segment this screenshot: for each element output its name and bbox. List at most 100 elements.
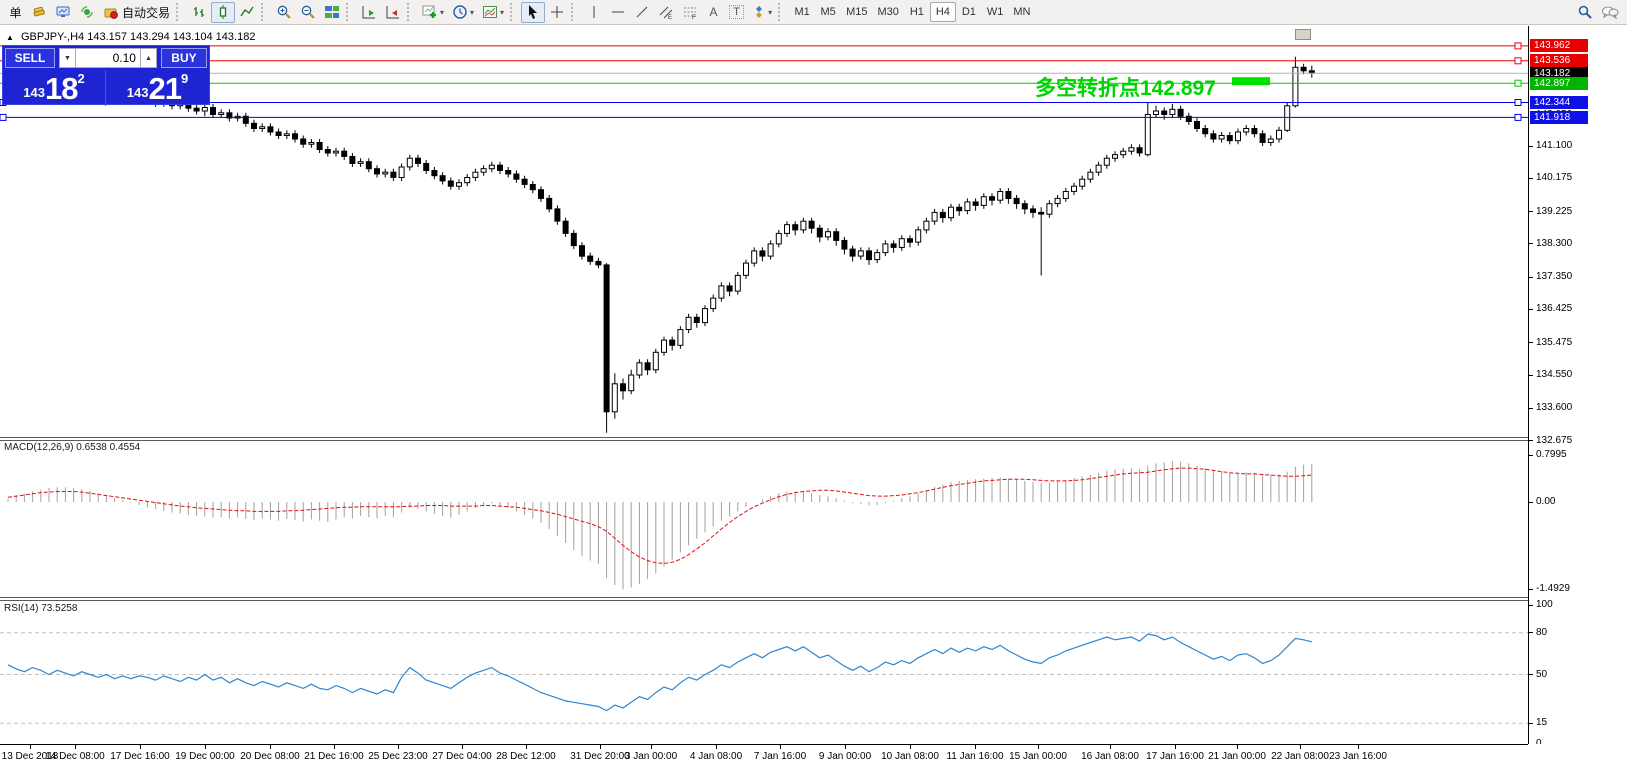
candles bbox=[6, 67, 1315, 412]
indicators-button[interactable]: ▾ bbox=[418, 2, 448, 23]
text-button[interactable]: A bbox=[702, 2, 725, 23]
signals-icon[interactable] bbox=[75, 2, 99, 23]
axis-tick-label: 0.00 bbox=[1536, 496, 1555, 507]
crosshair-button[interactable] bbox=[545, 2, 569, 23]
candle-wicks bbox=[8, 57, 1312, 433]
level-handle bbox=[1515, 58, 1521, 64]
axis-tick bbox=[1529, 605, 1533, 606]
timeframe-m5-button[interactable]: M5 bbox=[815, 2, 841, 22]
timeframe-mn-button[interactable]: MN bbox=[1008, 2, 1035, 22]
time-tick-label: 23 Jan 16:00 bbox=[1313, 751, 1403, 762]
rsi-line bbox=[8, 634, 1312, 710]
axis-tick bbox=[1529, 632, 1533, 633]
symbol-ohlc-text: GBPJPY-,H4 143.157 143.294 143.104 143.1… bbox=[21, 31, 255, 43]
zoom-in-button[interactable] bbox=[272, 2, 296, 23]
new-order-label: 单 bbox=[9, 4, 21, 21]
collapse-triangle-icon[interactable]: ▲ bbox=[6, 33, 14, 42]
bar-chart-button[interactable] bbox=[187, 2, 211, 23]
vertical-line-button[interactable] bbox=[582, 2, 606, 23]
price-level-label: 143.962 bbox=[1530, 39, 1588, 52]
chat-icon[interactable] bbox=[1597, 2, 1623, 23]
timeframe-w1-button[interactable]: W1 bbox=[982, 2, 1009, 22]
new-order-button[interactable]: 单 bbox=[4, 2, 27, 23]
timeframe-m15-button[interactable]: M15 bbox=[841, 2, 872, 22]
time-tick bbox=[845, 745, 846, 749]
timeframe-h1-button[interactable]: H1 bbox=[904, 2, 930, 22]
candlestick-chart-button[interactable] bbox=[211, 2, 235, 23]
toolbar-grip bbox=[176, 3, 183, 21]
horizontal-line-button[interactable] bbox=[606, 2, 630, 23]
price-level-label: 142.344 bbox=[1530, 96, 1588, 109]
axis-tick-label: 136.425 bbox=[1536, 303, 1572, 314]
equidistant-channel-button[interactable]: E bbox=[654, 2, 678, 23]
volume-increase-button[interactable]: ▲ bbox=[140, 48, 157, 68]
fibo-letter: F bbox=[692, 15, 696, 20]
line-chart-button[interactable] bbox=[235, 2, 259, 23]
main-chart-canvas[interactable]: 多空转折点142.897 bbox=[0, 26, 1528, 438]
macd-signal-line bbox=[8, 468, 1312, 563]
trading-terminal: 单 自动交易 bbox=[0, 0, 1627, 771]
autotrade-button[interactable]: 自动交易 bbox=[99, 2, 174, 23]
time-tick bbox=[1300, 745, 1301, 749]
timeframe-m30-button[interactable]: M30 bbox=[872, 2, 903, 22]
time-tick bbox=[716, 745, 717, 749]
axis-tick bbox=[1529, 243, 1533, 244]
volume-stepper: ▼ ▲ bbox=[59, 48, 157, 68]
trendline-button[interactable] bbox=[630, 2, 654, 23]
axis-tick-label: 139.225 bbox=[1536, 206, 1572, 217]
axis-tick bbox=[1529, 674, 1533, 675]
dropdown-arrow-icon: ▾ bbox=[500, 8, 504, 17]
axis-tick bbox=[1529, 502, 1533, 503]
dropdown-arrow-icon: ▾ bbox=[470, 8, 474, 17]
timeframe-group: M1M5M15M30H1H4D1W1MN bbox=[789, 2, 1035, 22]
toolbar: 单 自动交易 bbox=[0, 0, 1627, 25]
periods-button[interactable]: ▾ bbox=[448, 2, 478, 23]
cursor-button[interactable] bbox=[521, 2, 545, 23]
text-label-glyph: T bbox=[729, 5, 744, 19]
search-icon[interactable] bbox=[1573, 2, 1597, 23]
chart-shift-button[interactable] bbox=[381, 2, 405, 23]
buy-button[interactable]: BUY bbox=[161, 48, 207, 68]
auto-scroll-button[interactable] bbox=[357, 2, 381, 23]
price-level-label: 142.897 bbox=[1530, 77, 1588, 90]
timeframe-d1-button[interactable]: D1 bbox=[956, 2, 982, 22]
zoom-out-button[interactable] bbox=[296, 2, 320, 23]
price-scale[interactable]: 141.100140.175139.225138.300137.350136.4… bbox=[1528, 26, 1627, 771]
templates-button[interactable]: ▾ bbox=[478, 2, 508, 23]
price-level-label: 143.536 bbox=[1530, 54, 1588, 67]
ask-price[interactable]: 143 21 9 bbox=[106, 70, 209, 106]
time-tick bbox=[1237, 745, 1238, 749]
charts-icon[interactable] bbox=[51, 2, 75, 23]
bid-price[interactable]: 143 18 2 bbox=[3, 70, 106, 106]
timeframe-m1-button[interactable]: M1 bbox=[789, 2, 815, 22]
fibonacci-button[interactable]: F bbox=[678, 2, 702, 23]
dropdown-arrow-icon: ▾ bbox=[768, 8, 772, 17]
tile-windows-button[interactable] bbox=[320, 2, 344, 23]
time-tick bbox=[398, 745, 399, 749]
time-axis[interactable]: 13 Dec 201814 Dec 08:0017 Dec 16:0019 De… bbox=[0, 744, 1627, 771]
toolbar-grip bbox=[510, 3, 517, 21]
rsi-pane-canvas[interactable] bbox=[0, 601, 1528, 744]
axis-tick-label: 15 bbox=[1536, 717, 1547, 728]
volume-decrease-button[interactable]: ▼ bbox=[59, 48, 76, 68]
axis-tick bbox=[1529, 211, 1533, 212]
shapes-button[interactable]: ▾ bbox=[748, 2, 776, 23]
chart-scroll-marker[interactable] bbox=[1295, 29, 1311, 40]
macd-pane-canvas[interactable] bbox=[0, 441, 1528, 597]
time-tick bbox=[1358, 745, 1359, 749]
time-tick bbox=[651, 745, 652, 749]
market-watch-icon[interactable] bbox=[27, 2, 51, 23]
axis-tick-label: 100 bbox=[1536, 599, 1553, 610]
axis-tick-label: -1.4929 bbox=[1536, 583, 1570, 594]
time-tick bbox=[334, 745, 335, 749]
timeframe-h4-button[interactable]: H4 bbox=[930, 2, 956, 22]
toolbar-grip bbox=[261, 3, 268, 21]
time-tick bbox=[600, 745, 601, 749]
sell-button[interactable]: SELL bbox=[5, 48, 55, 68]
toolbar-grip bbox=[778, 3, 785, 21]
time-tick bbox=[1110, 745, 1111, 749]
macd-histogram bbox=[8, 461, 1312, 589]
axis-tick-label: 137.350 bbox=[1536, 271, 1572, 282]
volume-input[interactable] bbox=[76, 48, 140, 68]
text-label-button[interactable]: T bbox=[725, 2, 748, 23]
